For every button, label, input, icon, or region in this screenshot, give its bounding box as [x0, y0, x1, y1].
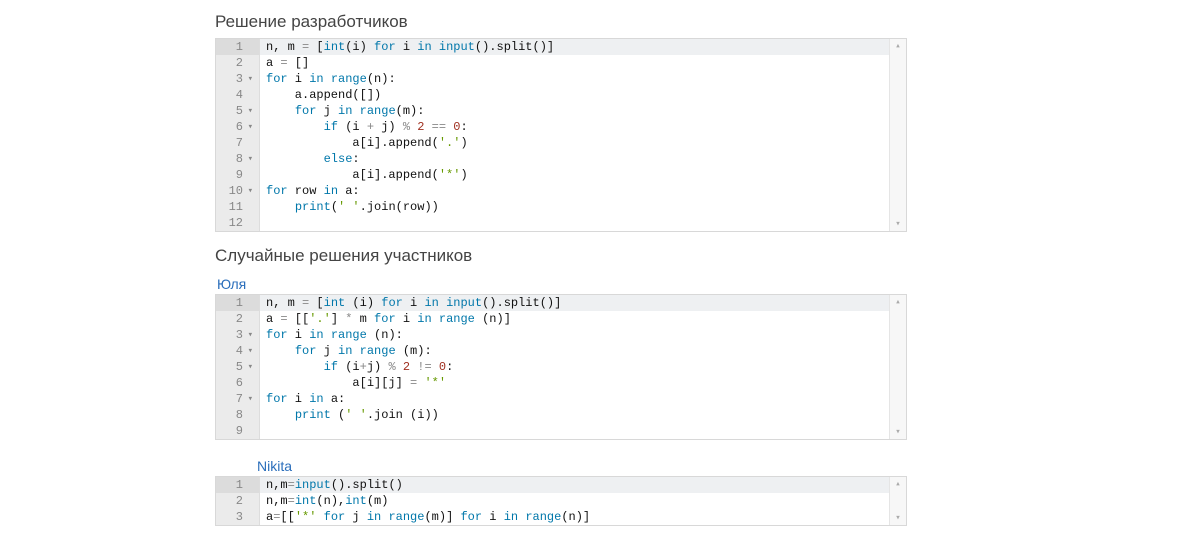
code-content[interactable]: if (i+j) % 2 != 0:	[260, 359, 906, 375]
code-line[interactable]: 9 a[i].append('*')	[216, 167, 906, 183]
code-line[interactable]: 7 a[i].append('.')	[216, 135, 906, 151]
code-block[interactable]: 1n, m = [int (i) for i in input().split(…	[215, 294, 907, 440]
line-number-gutter: 7	[216, 135, 260, 151]
scroll-up-icon[interactable]: ▴	[890, 39, 906, 53]
line-number-gutter: 6▾	[216, 119, 260, 135]
code-content[interactable]: for row in a:	[260, 183, 906, 199]
fold-toggle-icon[interactable]: ▾	[245, 359, 253, 375]
code-content[interactable]: n, m = [int(i) for i in input().split()]	[260, 39, 906, 55]
code-content[interactable]: for j in range(m):	[260, 103, 906, 119]
code-content[interactable]: if (i + j) % 2 == 0:	[260, 119, 906, 135]
scroll-down-icon[interactable]: ▾	[890, 511, 906, 525]
code-content[interactable]: n, m = [int (i) for i in input().split()…	[260, 295, 906, 311]
code-line[interactable]: 7▾for i in a:	[216, 391, 906, 407]
fold-toggle-icon[interactable]: ▾	[245, 119, 253, 135]
code-content[interactable]: for i in a:	[260, 391, 906, 407]
scrollbar[interactable]: ▴▾	[889, 295, 906, 439]
code-line[interactable]: 9	[216, 423, 906, 439]
code-content[interactable]: a[i][j] = '*'	[260, 375, 906, 391]
line-number-gutter: 12	[216, 215, 260, 231]
code-line[interactable]: 3▾for i in range(n):	[216, 71, 906, 87]
code-content[interactable]: for j in range (m):	[260, 343, 906, 359]
fold-toggle-icon[interactable]: ▾	[245, 183, 253, 199]
code-block[interactable]: 1n, m = [int(i) for i in input().split()…	[215, 38, 907, 232]
author-link[interactable]: Nikita	[257, 458, 292, 474]
line-number-gutter: 1	[216, 39, 260, 55]
code-content[interactable]: for i in range (n):	[260, 327, 906, 343]
code-content[interactable]: print (' '.join (i))	[260, 407, 906, 423]
section-title: Решение разработчиков	[215, 12, 1110, 32]
line-number-gutter: 11	[216, 199, 260, 215]
line-number-gutter: 10▾	[216, 183, 260, 199]
code-line[interactable]: 2a = []	[216, 55, 906, 71]
line-number-gutter: 2	[216, 311, 260, 327]
code-line[interactable]: 3a=[['*' for j in range(m)] for i in ran…	[216, 509, 906, 525]
line-number-gutter: 6	[216, 375, 260, 391]
scroll-up-icon[interactable]: ▴	[890, 477, 906, 491]
page-root: Решение разработчиков1n, m = [int(i) for…	[0, 12, 1200, 526]
line-number-gutter: 5▾	[216, 103, 260, 119]
line-number-gutter: 3	[216, 509, 260, 525]
code-content[interactable]: print(' '.join(row))	[260, 199, 906, 215]
fold-toggle-icon[interactable]: ▾	[245, 71, 253, 87]
code-line[interactable]: 4▾ for j in range (m):	[216, 343, 906, 359]
line-number-gutter: 7▾	[216, 391, 260, 407]
code-content[interactable]: a=[['*' for j in range(m)] for i in rang…	[260, 509, 906, 525]
code-content[interactable]: a = [['.'] * m for i in range (n)]	[260, 311, 906, 327]
line-number-gutter: 8▾	[216, 151, 260, 167]
code-line[interactable]: 3▾for i in range (n):	[216, 327, 906, 343]
code-line[interactable]: 2n,m=int(n),int(m)	[216, 493, 906, 509]
scrollbar[interactable]: ▴▾	[889, 39, 906, 231]
code-content[interactable]: else:	[260, 151, 906, 167]
code-content[interactable]: n,m=int(n),int(m)	[260, 493, 906, 509]
line-number-gutter: 4	[216, 87, 260, 103]
code-line[interactable]: 8▾ else:	[216, 151, 906, 167]
line-number-gutter: 1	[216, 295, 260, 311]
code-line[interactable]: 2a = [['.'] * m for i in range (n)]	[216, 311, 906, 327]
line-number-gutter: 3▾	[216, 327, 260, 343]
code-line[interactable]: 11 print(' '.join(row))	[216, 199, 906, 215]
code-line[interactable]: 5▾ if (i+j) % 2 != 0:	[216, 359, 906, 375]
scroll-down-icon[interactable]: ▾	[890, 425, 906, 439]
scroll-up-icon[interactable]: ▴	[890, 295, 906, 309]
line-number-gutter: 3▾	[216, 71, 260, 87]
code-content[interactable]: n,m=input().split()	[260, 477, 906, 493]
fold-toggle-icon[interactable]: ▾	[245, 103, 253, 119]
code-line[interactable]: 1n, m = [int (i) for i in input().split(…	[216, 295, 906, 311]
code-line[interactable]: 6 a[i][j] = '*'	[216, 375, 906, 391]
code-line[interactable]: 10▾for row in a:	[216, 183, 906, 199]
code-content[interactable]: a[i].append('.')	[260, 135, 906, 151]
line-number-gutter: 4▾	[216, 343, 260, 359]
code-line[interactable]: 8 print (' '.join (i))	[216, 407, 906, 423]
code-content[interactable]: for i in range(n):	[260, 71, 906, 87]
line-number-gutter: 9	[216, 423, 260, 439]
line-number-gutter: 1	[216, 477, 260, 493]
code-line[interactable]: 5▾ for j in range(m):	[216, 103, 906, 119]
code-content[interactable]	[260, 423, 906, 439]
line-number-gutter: 5▾	[216, 359, 260, 375]
code-line[interactable]: 1n, m = [int(i) for i in input().split()…	[216, 39, 906, 55]
code-content[interactable]	[260, 215, 906, 231]
author-link[interactable]: Юля	[217, 276, 246, 292]
code-content[interactable]: a.append([])	[260, 87, 906, 103]
code-line[interactable]: 12	[216, 215, 906, 231]
code-content[interactable]: a = []	[260, 55, 906, 71]
code-content[interactable]: a[i].append('*')	[260, 167, 906, 183]
scrollbar[interactable]: ▴▾	[889, 477, 906, 525]
code-line[interactable]: 6▾ if (i + j) % 2 == 0:	[216, 119, 906, 135]
line-number-gutter: 2	[216, 55, 260, 71]
line-number-gutter: 8	[216, 407, 260, 423]
code-line[interactable]: 1n,m=input().split()	[216, 477, 906, 493]
line-number-gutter: 2	[216, 493, 260, 509]
line-number-gutter: 9	[216, 167, 260, 183]
code-line[interactable]: 4 a.append([])	[216, 87, 906, 103]
code-block[interactable]: 1n,m=input().split()2n,m=int(n),int(m)3a…	[215, 476, 907, 526]
section-title: Случайные решения участников	[215, 246, 1110, 266]
fold-toggle-icon[interactable]: ▾	[245, 343, 253, 359]
fold-toggle-icon[interactable]: ▾	[245, 327, 253, 343]
scroll-down-icon[interactable]: ▾	[890, 217, 906, 231]
fold-toggle-icon[interactable]: ▾	[245, 391, 253, 407]
fold-toggle-icon[interactable]: ▾	[245, 151, 253, 167]
